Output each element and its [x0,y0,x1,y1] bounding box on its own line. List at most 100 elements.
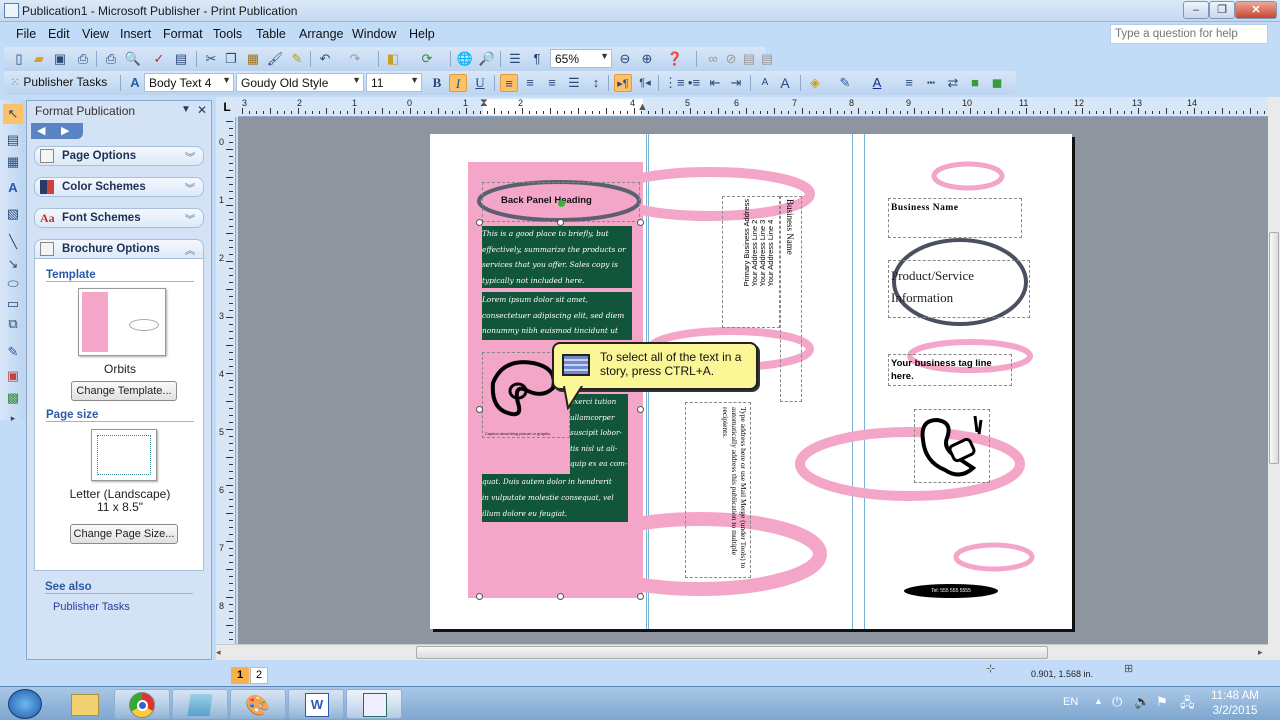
next-textbox-icon[interactable]: ▤ [758,50,776,68]
redo-icon[interactable]: ↷ [346,50,364,68]
address-lines[interactable]: Primary Business Address Your Address Li… [742,199,775,287]
start-button[interactable] [8,689,42,719]
undo-icon[interactable]: ↶ [316,50,334,68]
rotate-icon[interactable]: ⟳ [418,50,436,68]
increase-font-icon[interactable]: A [776,74,794,92]
menu-format[interactable]: Format [163,27,203,41]
right-indent-marker[interactable]: ▲ [637,101,648,113]
decrease-indent-icon[interactable]: ⇤ [706,74,724,92]
fill-color-icon[interactable]: ◈ [806,74,824,92]
shadow-style-icon[interactable]: ■ [966,74,984,92]
section-brochure-options[interactable]: Brochure Options ︽ [34,239,204,259]
cut-icon[interactable]: ✂ [202,50,220,68]
resize-handle[interactable] [476,593,483,600]
font-size-select[interactable]: 11 ▼ [366,73,422,92]
print-preview-icon[interactable]: 🔍 [124,50,142,68]
bullets-icon[interactable]: •≡ [685,74,703,92]
front-business-name-box[interactable]: Business Name [888,198,1022,238]
resize-handle[interactable] [637,406,644,413]
taskbar-chrome[interactable] [114,689,170,719]
clock-date[interactable]: 3/2/2015 [1207,705,1263,717]
design-gallery-icon[interactable]: ▣ [3,366,23,386]
vertical-ruler[interactable]: 0 1 2 3 4 5 6 7 8 [216,117,236,644]
minimize-button[interactable]: – [1183,1,1209,19]
wordart-icon[interactable]: A [3,178,23,198]
menu-arrange[interactable]: Arrange [299,27,343,41]
picture-frame-icon[interactable]: ▧ [3,204,23,224]
section-color-schemes[interactable]: Color Schemes ︾ [34,177,204,197]
first-line-indent-marker[interactable]: ⧗ [480,97,488,110]
increase-indent-icon[interactable]: ⇥ [727,74,745,92]
previous-textbox-icon[interactable]: ▤ [740,50,758,68]
horizontal-scroll-thumb[interactable] [416,646,1048,659]
menu-file[interactable]: File [16,27,36,41]
align-right-icon[interactable]: ≡ [543,74,561,92]
resize-handle[interactable] [476,406,483,413]
line-spacing-icon[interactable]: ↕ [587,74,605,92]
italic-button[interactable]: I [449,74,467,92]
link-textbox-icon[interactable]: ∞ [704,50,722,68]
arrow-style-icon[interactable]: ⇄ [944,74,962,92]
network-icon[interactable]: 🖧 [1180,694,1195,716]
help-search-input[interactable] [1110,24,1268,44]
scroll-clipart-frame[interactable] [914,409,990,483]
open-icon[interactable]: ▰ [30,50,48,68]
product-title-box[interactable]: Product/Service Information [888,260,1030,318]
taskbar-paint[interactable]: 🎨 [230,689,286,719]
mail-merge-text[interactable]: Type address here or use Mail Merge (und… [721,407,748,575]
volume-icon[interactable]: 🔊 [1134,694,1150,710]
return-name-box[interactable]: Business Name [780,196,802,402]
resize-handle[interactable] [476,219,483,226]
oval-icon[interactable]: ⬭ [3,274,23,294]
columns-icon[interactable]: ☰ [506,50,524,68]
menu-window[interactable]: Window [352,27,396,41]
template-thumbnail[interactable] [78,288,166,356]
return-business-name[interactable]: Business Name [785,199,795,255]
pilcrow-icon[interactable]: ¶ [528,50,546,68]
business-info-icon[interactable]: ▩ [3,388,23,408]
styles-icon[interactable]: A [126,74,144,92]
publisher-tasks-link[interactable]: Publisher Tasks [53,601,130,613]
font-color-icon[interactable]: A [868,74,886,92]
numbering-icon[interactable]: ⋮≡ [664,74,685,92]
body-paragraph-2[interactable]: Lorem ipsum dolor sit amet, consectetuer… [482,292,632,340]
menu-table[interactable]: Table [256,27,286,41]
page-size-thumbnail[interactable] [91,429,157,481]
close-button[interactable]: ✕ [1235,1,1277,19]
taskbar-word[interactable]: W [288,689,344,719]
power-icon[interactable]: ⏻ [1112,694,1122,710]
save-icon[interactable]: ▣ [51,50,69,68]
back-icon[interactable]: ◀ [37,124,45,137]
underline-button[interactable]: U [471,74,489,92]
tagline[interactable]: Your business tag line here. [891,357,1007,383]
hot-spot-icon[interactable]: ✎ [3,342,23,362]
zoom-in-icon[interactable]: ⊕ [638,50,656,68]
page-tab-2[interactable]: 2 [250,667,268,684]
copy-icon[interactable]: ❐ [222,50,240,68]
body-paragraph-1[interactable]: This is a good place to briefly, but eff… [482,226,632,288]
web-preview-icon[interactable]: 🔎 [478,50,496,68]
paste-icon[interactable]: ▦ [244,50,262,68]
autoshapes-icon[interactable]: ⧉ [3,314,23,334]
brush-icon[interactable]: ✎ [288,50,306,68]
style-select[interactable]: Body Text 4 ▼ [144,73,234,92]
line-style-icon[interactable]: ≡ [900,74,918,92]
product-title[interactable]: Product/Service Information [891,265,1021,309]
back-panel-heading[interactable]: Back Panel Heading [501,195,592,206]
unlink-textbox-icon[interactable]: ⊘ [722,50,740,68]
tagline-box[interactable]: Your business tag line here. [888,354,1012,386]
spelling-icon[interactable]: ✓ [150,50,168,68]
body-text-tail[interactable]: quat. Duis autem dolor in hendrerit in v… [482,474,628,522]
resize-handle[interactable] [637,219,644,226]
line-color-icon[interactable]: ✎ [836,74,854,92]
change-page-size-button[interactable]: Change Page Size... [70,524,178,544]
resize-handle[interactable] [557,219,564,226]
bring-forward-icon[interactable]: ◧ [384,50,402,68]
show-hidden-icons[interactable]: ▲ [1094,696,1103,706]
forward-icon[interactable]: ▶ [61,124,69,137]
3d-style-icon[interactable]: ◼ [988,74,1006,92]
toolbar-options-icon[interactable]: ▸ [3,408,23,428]
rotation-handle[interactable] [558,200,565,207]
scroll-left-icon[interactable]: ◂ [216,647,221,658]
ltr-paragraph-icon[interactable]: ▸¶ [614,74,632,92]
